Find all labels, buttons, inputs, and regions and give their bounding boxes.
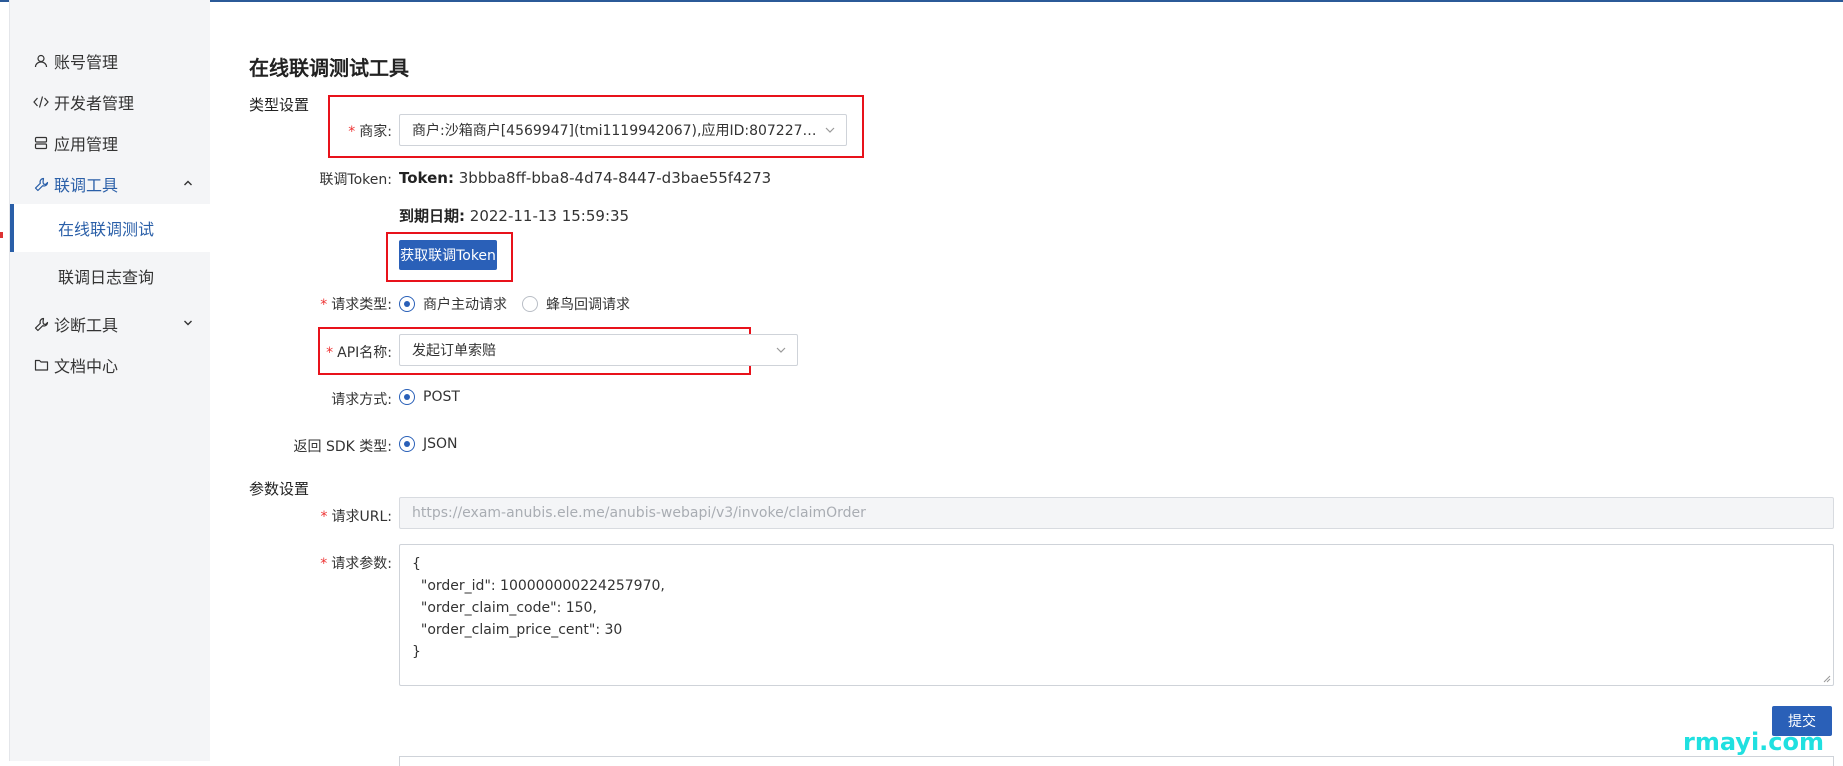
api-name-label: * API名称: (326, 345, 392, 361)
radio-checked-icon (399, 389, 415, 405)
wrench-icon (32, 175, 50, 193)
url-label: * 请求URL: (320, 509, 393, 525)
api-name-select-value: 发起订单索赔 (412, 343, 496, 359)
section-param-settings: 参数设置 (249, 480, 310, 498)
required-mark: * (326, 345, 334, 361)
params-line: } (412, 644, 421, 660)
chevron-down-icon (184, 320, 192, 326)
code-icon (32, 93, 50, 111)
sidebar-item-docs[interactable]: 文档中心 (10, 345, 211, 385)
merchant-select-value: 商户:沙箱商户[4569947](tmi1119942067),应用ID:807… (412, 123, 822, 139)
sidebar-subitem-online-test[interactable]: 在线联调测试 (10, 204, 211, 252)
folder-icon (32, 356, 50, 374)
get-token-button[interactable]: 获取联调Token (399, 240, 497, 270)
sidebar-item-diagnose-tools[interactable]: 诊断工具 (10, 304, 211, 344)
method-label: 请求方式: (331, 392, 392, 408)
merchant-select[interactable]: 商户:沙箱商户[4569947](tmi1119942067),应用ID:807… (399, 114, 847, 146)
sdk-type-label: 返回 SDK 类型: (293, 439, 392, 455)
params-line: { (412, 556, 421, 572)
sidebar-item-label: 文档中心 (54, 357, 119, 376)
params-line: "order_id": 100000000224257970, (412, 578, 665, 594)
merchant-label: * 商家: (348, 124, 392, 140)
radio-method-post[interactable]: POST (399, 389, 460, 405)
radio-callback-request[interactable]: 蜂鸟回调请求 (522, 294, 630, 314)
sidebar-item-account[interactable]: 账号管理 (10, 41, 211, 81)
sidebar-item-developer[interactable]: 开发者管理 (10, 82, 211, 122)
api-name-select[interactable]: 发起订单索赔 (399, 334, 798, 366)
sidebar-item-label: 诊断工具 (54, 316, 119, 335)
expiry-display: 到期日期: 2022-11-13 15:59:35 (399, 207, 630, 225)
token-label: 联调Token: (319, 172, 392, 188)
sidebar-item-debug-tools[interactable]: 联调工具 (10, 164, 211, 204)
required-mark: * (348, 124, 356, 140)
params-line: "order_claim_price_cent": 30 (412, 622, 623, 638)
sidebar-subitem-log-query[interactable]: 联调日志查询 (10, 252, 211, 300)
request-type-label: * 请求类型: (320, 297, 392, 313)
server-icon (32, 134, 50, 152)
required-mark: * (320, 556, 328, 572)
radio-checked-icon (399, 296, 415, 312)
sidebar-subitem-label: 在线联调测试 (58, 220, 155, 239)
radio-checked-icon (399, 436, 415, 452)
chevron-down-icon (776, 347, 786, 353)
page-title: 在线联调测试工具 (249, 56, 409, 80)
user-icon (32, 52, 50, 70)
main-content: 在线联调测试工具 类型设置 * 商家: 商户:沙箱商户[4569947](tmi1… (210, 0, 1843, 766)
params-label: * 请求参数: (320, 556, 392, 572)
response-output-box (399, 756, 1834, 766)
radio-sdk-json[interactable]: JSON (399, 436, 458, 452)
sidebar-item-label: 账号管理 (54, 53, 119, 72)
chevron-down-icon (825, 127, 835, 133)
sidebar-item-label: 开发者管理 (54, 94, 135, 113)
watermark-text: rmayi.com (1683, 728, 1825, 756)
request-url-input[interactable]: https://exam-anubis.ele.me/anubis-webapi… (399, 497, 1834, 529)
chevron-up-icon (184, 180, 192, 186)
resize-handle-icon[interactable] (1821, 673, 1831, 683)
sidebar: 账号管理 开发者管理 应用管理 联调工具 在线联调测试 联调日志查询 诊断工具 (9, 0, 211, 761)
required-mark: * (320, 509, 328, 525)
wrench-icon (32, 315, 50, 333)
section-type-settings: 类型设置 (249, 96, 310, 114)
params-line: "order_claim_code": 150, (412, 600, 597, 616)
edge-marker (0, 232, 3, 238)
sidebar-subitem-label: 联调日志查询 (58, 268, 155, 287)
sidebar-item-label: 应用管理 (54, 135, 119, 154)
request-params-textarea[interactable]: { "order_id": 100000000224257970, "order… (399, 544, 1834, 686)
sidebar-item-label: 联调工具 (54, 176, 119, 195)
radio-unchecked-icon (522, 296, 538, 312)
radio-merchant-request[interactable]: 商户主动请求 (399, 294, 507, 314)
token-display: Token: 3bbba8ff-bba8-4d74-8447-d3bae55f4… (399, 169, 772, 187)
sidebar-item-apps[interactable]: 应用管理 (10, 123, 211, 163)
required-mark: * (320, 297, 328, 313)
